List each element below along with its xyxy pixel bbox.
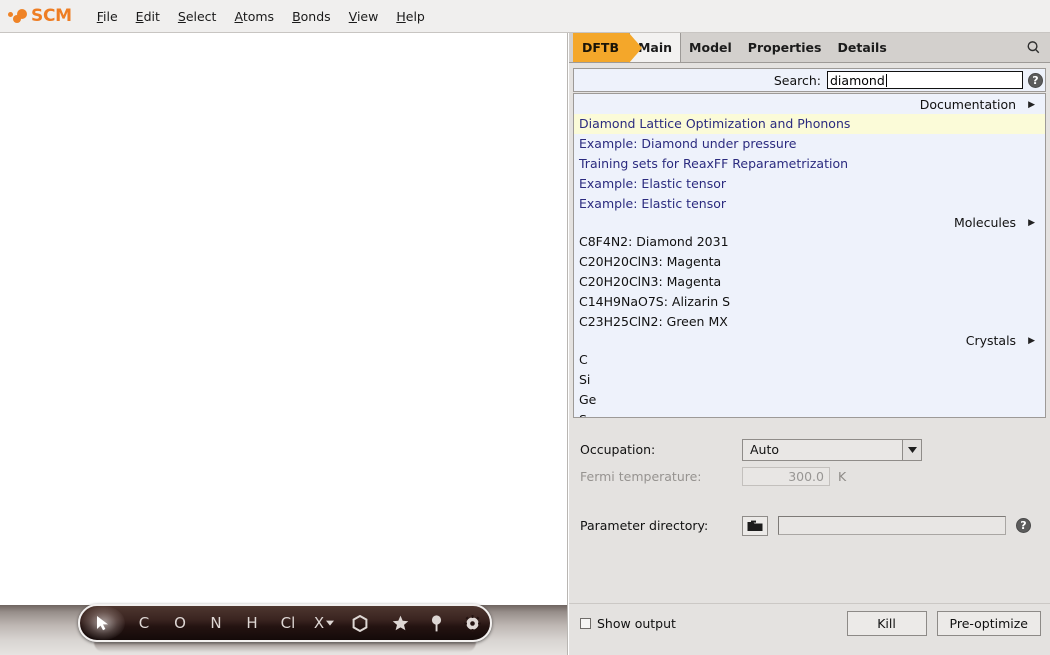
- panel-bottom-bar: Show output Kill Pre-optimize: [569, 603, 1050, 655]
- results-section-header[interactable]: Molecules ▶: [574, 214, 1045, 232]
- parameter-directory-input[interactable]: [778, 516, 1006, 535]
- result-item[interactable]: C23H25ClN2: Green MX: [574, 312, 1045, 332]
- occupation-label: Occupation:: [580, 442, 656, 457]
- toolbar-item-label: X: [313, 614, 325, 632]
- menu-bonds[interactable]: Bonds: [283, 6, 340, 27]
- tab-details[interactable]: Details: [829, 33, 894, 62]
- atom-button-o[interactable]: O: [162, 606, 198, 640]
- star-icon[interactable]: [382, 606, 418, 640]
- chevron-right-icon[interactable]: ▶: [1028, 218, 1035, 228]
- search-input-value: diamond: [830, 72, 885, 88]
- result-item[interactable]: Example: Elastic tensor: [574, 174, 1045, 194]
- atom-toolbar[interactable]: C O N H Cl X: [78, 604, 492, 642]
- scm-logo[interactable]: SCM: [8, 6, 72, 26]
- benzene-ring-icon[interactable]: [342, 606, 378, 640]
- scm-logo-text: SCM: [31, 6, 72, 26]
- tab-spacer: [895, 33, 1017, 62]
- result-item[interactable]: Training sets for ReaxFF Reparametrizati…: [574, 154, 1045, 174]
- folder-icon[interactable]: [742, 515, 768, 536]
- search-help-button[interactable]: ?: [1028, 72, 1043, 88]
- toolbar-item-label: C: [138, 614, 150, 632]
- result-item[interactable]: C: [574, 350, 1045, 370]
- chevron-right-icon[interactable]: ▶: [1028, 100, 1035, 110]
- results-section-title: Crystals: [965, 333, 1017, 348]
- menu-select[interactable]: Select: [169, 6, 226, 27]
- result-item[interactable]: Si: [574, 370, 1045, 390]
- show-output-checkbox[interactable]: [580, 618, 591, 629]
- result-item[interactable]: C14H9NaO7S: Alizarin S: [574, 292, 1045, 312]
- atom-button-n[interactable]: N: [198, 606, 234, 640]
- menu-view[interactable]: View: [340, 6, 388, 27]
- fermi-temperature-input: 300.0: [742, 467, 830, 486]
- menu-help[interactable]: Help: [387, 6, 434, 27]
- result-item[interactable]: Diamond Lattice Optimization and Phonons: [574, 114, 1045, 134]
- parameter-directory-row: Parameter directory: ?: [569, 512, 1050, 539]
- tab-model[interactable]: Model: [681, 33, 740, 62]
- cursor-arrow-icon[interactable]: [80, 606, 126, 640]
- menu-bar: SCM File Edit Select Atoms Bonds View He…: [0, 0, 1050, 33]
- search-icon[interactable]: [1017, 33, 1050, 62]
- results-section-header[interactable]: Documentation ▶: [574, 96, 1045, 114]
- atom-button-x-dropdown[interactable]: X: [306, 606, 342, 640]
- atom-button-c[interactable]: C: [126, 606, 162, 640]
- search-label: Search:: [773, 72, 821, 88]
- search-input[interactable]: diamond: [827, 71, 1023, 89]
- dftb-panel: DFTB Main Model Properties Details Searc…: [569, 33, 1050, 655]
- show-output-label: Show output: [597, 616, 676, 631]
- atom-toolbar-wrapper: C O N H Cl X: [78, 604, 492, 652]
- search-row: Search: diamond ?: [573, 68, 1046, 92]
- scm-logo-mark-icon: [8, 8, 30, 24]
- toolbar-reflection: [94, 642, 476, 652]
- occupation-row: Occupation: Auto: [569, 436, 1050, 463]
- text-caret: [885, 73, 887, 87]
- pre-optimize-button[interactable]: Pre-optimize: [936, 611, 1041, 636]
- result-item[interactable]: C8F4N2: Diamond 2031: [574, 232, 1045, 252]
- result-item[interactable]: Sn: [574, 410, 1045, 417]
- menu-atoms[interactable]: Atoms: [225, 6, 283, 27]
- module-badge-dftb[interactable]: DFTB: [573, 33, 642, 63]
- occupation-value: Auto: [750, 442, 780, 457]
- fermi-temperature-unit: K: [838, 469, 847, 484]
- result-item[interactable]: Ge: [574, 390, 1045, 410]
- result-item[interactable]: Example: Elastic tensor: [574, 194, 1045, 214]
- atom-button-cl[interactable]: Cl: [270, 606, 306, 640]
- atom-button-h[interactable]: H: [234, 606, 270, 640]
- search-results-list[interactable]: Documentation ▶ Diamond Lattice Optimizati…: [573, 93, 1046, 418]
- tab-properties[interactable]: Properties: [740, 33, 830, 62]
- results-section-title: Molecules: [954, 215, 1017, 230]
- occupation-select[interactable]: Auto: [742, 438, 922, 461]
- result-item[interactable]: Example: Diamond under pressure: [574, 134, 1045, 154]
- tab-strip: DFTB Main Model Properties Details: [569, 33, 1050, 63]
- toolbar-item-label: O: [174, 614, 186, 632]
- parameter-directory-help-button[interactable]: ?: [1016, 518, 1031, 533]
- fermi-temperature-label: Fermi temperature:: [580, 469, 702, 484]
- menu-edit[interactable]: Edit: [127, 6, 169, 27]
- menu-file[interactable]: File: [88, 6, 127, 27]
- parameter-directory-label: Parameter directory:: [580, 518, 709, 533]
- kill-button[interactable]: Kill: [846, 611, 927, 636]
- result-item[interactable]: C20H20ClN3: Magenta: [574, 252, 1045, 272]
- toolbar-item-label: Cl: [280, 614, 296, 632]
- application-window: SCM File Edit Select Atoms Bonds View He…: [0, 0, 1050, 655]
- fermi-temperature-row: Fermi temperature: 300.0 K: [569, 463, 1050, 490]
- chevron-down-icon[interactable]: [902, 439, 921, 460]
- gear-icon[interactable]: [454, 606, 490, 640]
- chevron-right-icon[interactable]: ▶: [1028, 336, 1035, 346]
- results-section-title: Documentation: [919, 97, 1017, 112]
- results-section-header[interactable]: Crystals ▶: [574, 332, 1045, 350]
- settings-form: Occupation: Auto Fermi temperature: 300.…: [569, 418, 1050, 539]
- molecule-canvas[interactable]: C O N H Cl X: [0, 33, 568, 655]
- pin-icon[interactable]: [418, 606, 454, 640]
- result-item[interactable]: C20H20ClN3: Magenta: [574, 272, 1045, 292]
- toolbar-item-label: N: [210, 614, 222, 632]
- toolbar-item-label: H: [246, 614, 258, 632]
